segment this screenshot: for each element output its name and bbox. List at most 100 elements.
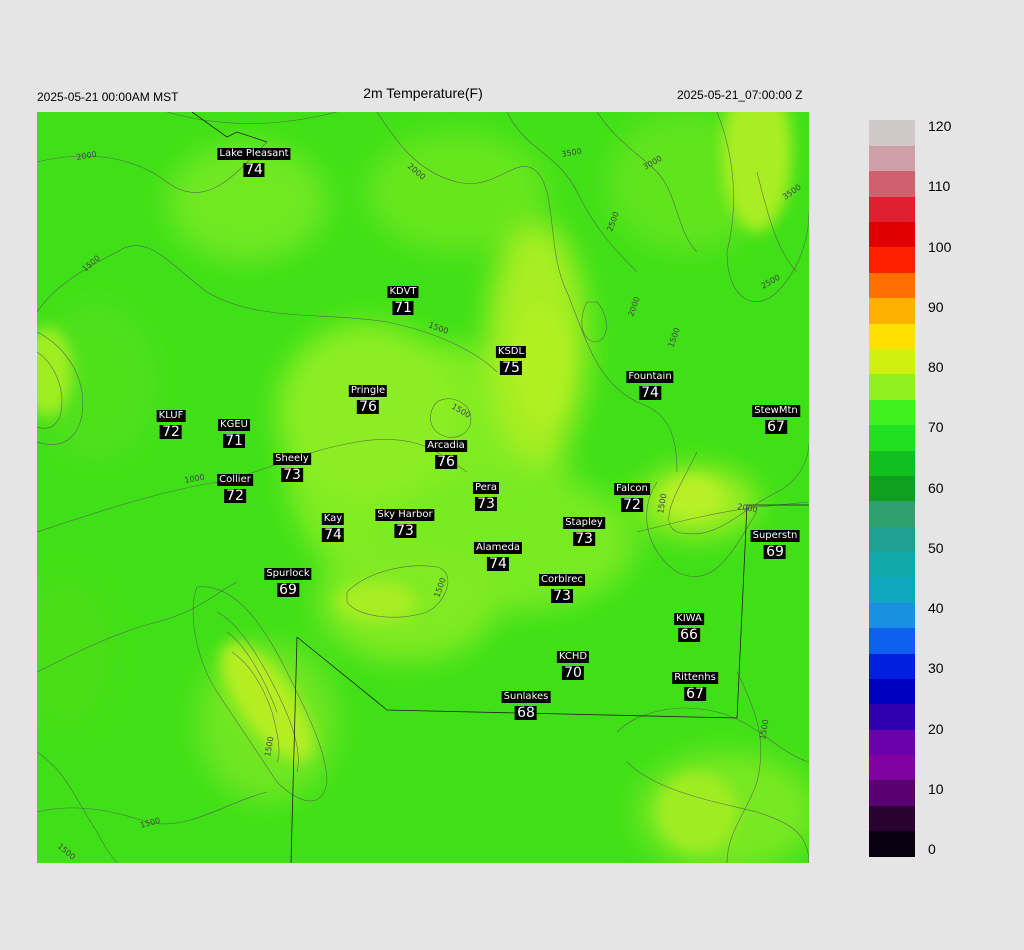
station-temperature: 75 [500, 360, 522, 376]
colorbar-segment [869, 399, 915, 426]
station-name: Sunlakes [501, 691, 551, 703]
station-marker: Falcon 72 [614, 479, 650, 512]
station-marker: Kay 74 [321, 509, 345, 543]
station-temperature: 69 [764, 544, 786, 560]
colorbar-segment [869, 652, 915, 679]
station-marker: KCHD 70 [556, 647, 590, 681]
utc-time-label: 2025-05-21_07:00:00 Z [677, 88, 803, 102]
colorbar-segment [869, 170, 915, 197]
station-name: Collier [217, 474, 253, 486]
station-marker: Sheely 73 [273, 449, 311, 482]
colorbar-segment [869, 297, 915, 324]
station-name: Rittenhs [672, 672, 718, 684]
station-temperature: 74 [322, 527, 344, 543]
colorbar-segment [869, 221, 915, 248]
map-background: 2000200035003000350025002000250015001500… [37, 112, 809, 863]
station-name: Kay [321, 513, 345, 525]
colorbar-segment [869, 348, 915, 375]
station-temperature: 70 [562, 665, 584, 681]
station-marker: KGEU 71 [218, 415, 250, 448]
station-marker: Stapley 73 [563, 513, 605, 546]
temperature-colorbar [869, 120, 915, 857]
station-temperature: 74 [487, 556, 509, 572]
station-temperature: 69 [277, 582, 299, 598]
station-marker: Sky Harbor 73 [375, 505, 435, 539]
station-temperature: 73 [573, 531, 595, 547]
colorbar-tick-label: 50 [928, 539, 944, 556]
station-name: KDVT [387, 286, 419, 298]
station-name: Pringle [348, 385, 388, 397]
colorbar-segment [869, 729, 915, 756]
station-name: Fountain [626, 371, 674, 383]
station-temperature: 76 [357, 399, 379, 415]
local-time-label: 2025-05-21 00:00AM MST [37, 90, 179, 104]
station-marker: Corblrec 73 [539, 570, 585, 603]
station-name: Stapley [563, 517, 605, 529]
temperature-map: 2000 2000 3500 3000 3500 2500 2000 2500 1500 1500… [37, 112, 809, 863]
colorbar-tick-label: 30 [928, 660, 944, 677]
station-temperature: 73 [475, 496, 497, 512]
colorbar-segment [869, 120, 915, 146]
station-name: StewMtn [752, 405, 800, 417]
colorbar-tick-label: 90 [928, 298, 944, 315]
station-temperature: 73 [394, 523, 416, 539]
station-name: Superstn [750, 530, 800, 542]
station-marker: Arcadia 76 [425, 436, 467, 469]
station-name: Pera [472, 482, 500, 494]
colorbar-segment [869, 678, 915, 705]
station-name: Spurlock [264, 568, 312, 580]
colorbar-segment [869, 475, 915, 502]
station-marker: Superstn 69 [750, 526, 800, 560]
station-marker: Pera 73 [472, 478, 500, 512]
station-marker: KDVT 71 [387, 282, 419, 316]
station-marker: Collier 72 [217, 470, 253, 503]
colorbar-segment [869, 754, 915, 781]
station-name: Sky Harbor [375, 509, 435, 521]
station-temperature: 74 [639, 385, 661, 401]
colorbar-segment [869, 830, 915, 857]
station-temperature: 67 [684, 686, 706, 702]
colorbar-segment [869, 602, 915, 629]
colorbar-tick-label: 10 [928, 780, 944, 797]
station-temperature: 74 [243, 162, 265, 178]
colorbar-segment [869, 323, 915, 349]
station-name: KSDL [495, 346, 527, 358]
station-temperature: 67 [765, 419, 787, 435]
station-temperature: 71 [392, 300, 414, 316]
colorbar-tick-label: 80 [928, 359, 944, 375]
colorbar-segment [869, 703, 915, 730]
station-temperature: 72 [621, 497, 643, 513]
colorbar-segment [869, 576, 915, 603]
colorbar-segment [869, 449, 915, 476]
colorbar-segment [869, 196, 915, 223]
colorbar-tick-label: 40 [928, 600, 944, 616]
station-temperature: 72 [160, 424, 182, 440]
station-marker: Spurlock 69 [264, 564, 312, 598]
station-name: KIWA [674, 613, 704, 625]
colorbar-tick-label: 0 [928, 841, 936, 857]
colorbar-tick-label: 110 [928, 178, 951, 195]
colorbar-segment [869, 551, 915, 578]
colorbar-segment [869, 373, 915, 400]
colorbar-segment [869, 500, 915, 527]
colorbar-segment [869, 805, 915, 832]
station-name: KLUF [156, 410, 186, 422]
station-name: Corblrec [539, 574, 585, 586]
station-temperature: 72 [224, 488, 246, 504]
station-marker: Pringle 76 [348, 381, 388, 415]
station-marker: KLUF 72 [156, 406, 186, 440]
colorbar-tick-label: 100 [928, 238, 952, 255]
colorbar-tick-label: 20 [928, 720, 944, 737]
colorbar-segment [869, 526, 915, 553]
station-marker: Alameda 74 [473, 538, 523, 572]
colorbar-segment [869, 424, 915, 451]
station-name: Arcadia [425, 440, 467, 452]
station-name: Lake Pleasant [217, 148, 291, 160]
station-temperature: 66 [678, 627, 700, 643]
station-temperature: 73 [551, 588, 573, 604]
colorbar-segment [869, 246, 915, 273]
station-name: Falcon [614, 483, 650, 495]
station-marker: Lake Pleasant 74 [217, 144, 291, 178]
station-name: KGEU [218, 419, 250, 431]
station-temperature: 76 [435, 454, 457, 470]
